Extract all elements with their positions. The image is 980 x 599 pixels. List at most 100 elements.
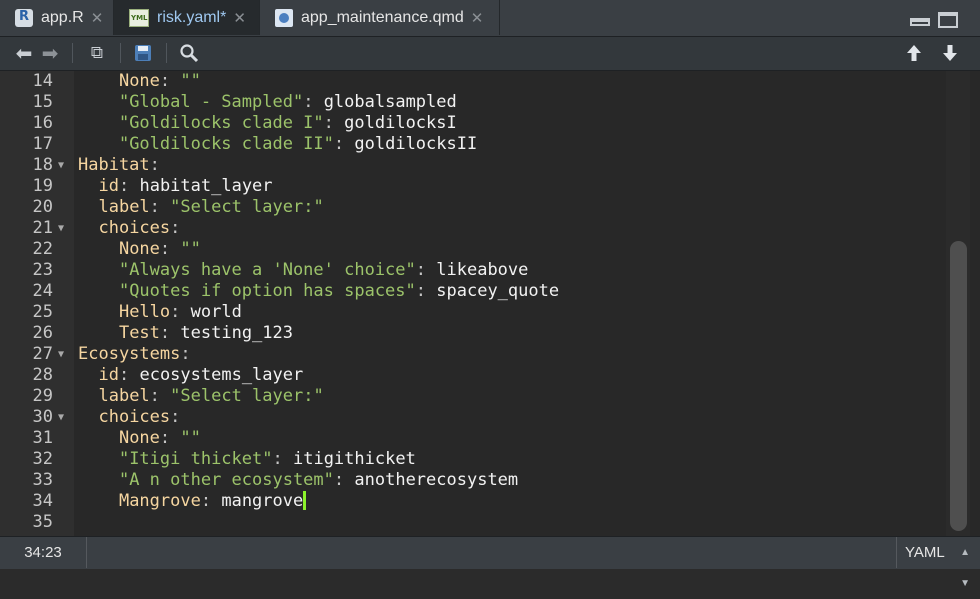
code-text: "Goldilocks clade II": goldilocksII <box>78 134 477 155</box>
line-number: 28 <box>32 365 53 385</box>
yaml-value: spacey_quote <box>436 281 560 301</box>
code-text: None: "" <box>78 428 201 449</box>
yaml-value: habitat_layer <box>139 176 273 196</box>
yaml-colon: : <box>118 176 130 196</box>
line-number: 17 <box>32 134 53 154</box>
code-text: id: ecosystems_layer <box>78 365 303 386</box>
source-tab-bar: app.R ✕ risk.yaml* ✕ app_maintenance.qmd… <box>0 0 980 37</box>
fold-chevron-icon[interactable]: ▼ <box>58 218 64 239</box>
arrow-left-icon[interactable]: ⬅ <box>12 41 36 65</box>
code-text: Habitat: <box>78 155 160 176</box>
yaml-quoted-key: "Goldilocks clade I" <box>118 113 324 133</box>
code-editor[interactable]: 14 None: "" 15 "Global - Sampled": global… <box>0 71 980 536</box>
yaml-colon: : <box>323 113 334 133</box>
yaml-value: mangrove <box>221 491 304 511</box>
code-text: "Quotes if option has spaces": spacey_qu… <box>78 281 559 302</box>
tab-app-maintenance-qmd[interactable]: app_maintenance.qmd ✕ <box>260 0 500 35</box>
yaml-colon: : <box>415 260 427 280</box>
close-tab-icon[interactable]: ✕ <box>471 9 484 27</box>
yaml-key: id <box>98 365 119 385</box>
line-number: 20 <box>32 197 53 217</box>
line-number: 22 <box>32 239 53 259</box>
tab-risk-yaml[interactable]: risk.yaml* ✕ <box>114 0 260 35</box>
status-bar: 34:23 YAML ▲ ▼ <box>0 536 980 589</box>
yaml-value: ecosystems_layer <box>139 365 304 385</box>
tab-label: app_maintenance.qmd <box>301 8 464 26</box>
line-number: 23 <box>32 260 53 280</box>
yaml-key: Hello <box>118 302 171 322</box>
yaml-value: itigithicket <box>292 449 416 469</box>
yaml-colon: : <box>170 302 181 322</box>
yaml-value: goldilocksII <box>354 134 478 154</box>
arrow-up-icon[interactable] <box>902 42 926 64</box>
close-tab-icon[interactable]: ✕ <box>91 9 104 27</box>
code-text: Hello: world <box>78 302 242 323</box>
yaml-value: testing_123 <box>180 323 293 343</box>
line-number: 30 <box>32 407 53 427</box>
line-number: 19 <box>32 176 53 196</box>
close-tab-icon[interactable]: ✕ <box>233 9 246 27</box>
yaml-colon: : <box>159 323 171 343</box>
code-text: Test: testing_123 <box>78 323 293 344</box>
save-icon[interactable] <box>130 42 156 64</box>
cursor-position[interactable]: 34:23 <box>0 537 87 568</box>
yaml-colon: : <box>170 218 181 238</box>
yaml-key: Mangrove <box>118 491 201 511</box>
yaml-colon: : <box>200 491 212 511</box>
code-text: "Itigi thicket": itigithicket <box>78 449 416 470</box>
yaml-key: None <box>118 71 160 91</box>
arrow-right-icon[interactable]: ➡ <box>38 41 62 65</box>
yaml-value: globalsampled <box>323 92 457 112</box>
yaml-quoted-key: "Always have a 'None' choice" <box>118 260 416 280</box>
yaml-key: None <box>118 239 160 259</box>
scrollbar-thumb[interactable] <box>950 241 967 531</box>
line-number: 29 <box>32 386 53 406</box>
search-icon[interactable] <box>176 42 202 64</box>
yaml-string-value: "" <box>180 71 201 91</box>
minimize-pane-icon[interactable] <box>910 18 930 26</box>
maximize-pane-icon[interactable] <box>938 12 958 28</box>
text-cursor <box>303 491 307 510</box>
tab-app-r[interactable]: app.R ✕ <box>0 0 114 35</box>
arrow-down-icon[interactable] <box>938 42 962 64</box>
yaml-colon: : <box>333 134 345 154</box>
popout-icon[interactable]: ⧉ <box>84 42 110 64</box>
line-number: 24 <box>32 281 53 301</box>
yaml-colon: : <box>159 428 171 448</box>
code-text: choices: <box>78 218 180 239</box>
fold-chevron-icon[interactable]: ▼ <box>58 407 64 428</box>
code-text: id: habitat_layer <box>78 176 273 197</box>
code-text: None: "" <box>78 71 201 92</box>
yaml-colon: : <box>170 407 181 427</box>
tab-label: risk.yaml* <box>157 8 227 26</box>
yaml-key: None <box>118 428 160 448</box>
line-number: 32 <box>32 449 53 469</box>
yaml-key: choices <box>98 218 171 238</box>
line-number: 18 <box>32 155 53 175</box>
fold-chevron-icon[interactable]: ▼ <box>58 155 64 176</box>
yaml-colon: : <box>149 386 160 406</box>
r-file-icon <box>15 8 33 27</box>
toolbar-divider <box>120 43 121 63</box>
yaml-quoted-key: "Goldilocks clade II" <box>118 134 334 154</box>
yaml-value: anotherecosystem <box>354 470 519 490</box>
yaml-colon: : <box>272 449 283 469</box>
yaml-value: world <box>190 302 242 322</box>
code-text: None: "" <box>78 239 201 260</box>
fold-chevron-icon[interactable]: ▼ <box>58 344 64 365</box>
yaml-quoted-key: "Itigi thicket" <box>118 449 273 469</box>
line-number: 14 <box>32 71 53 91</box>
file-type-label: YAML <box>905 544 945 561</box>
file-type-selector[interactable]: YAML ▲ ▼ <box>896 537 980 589</box>
